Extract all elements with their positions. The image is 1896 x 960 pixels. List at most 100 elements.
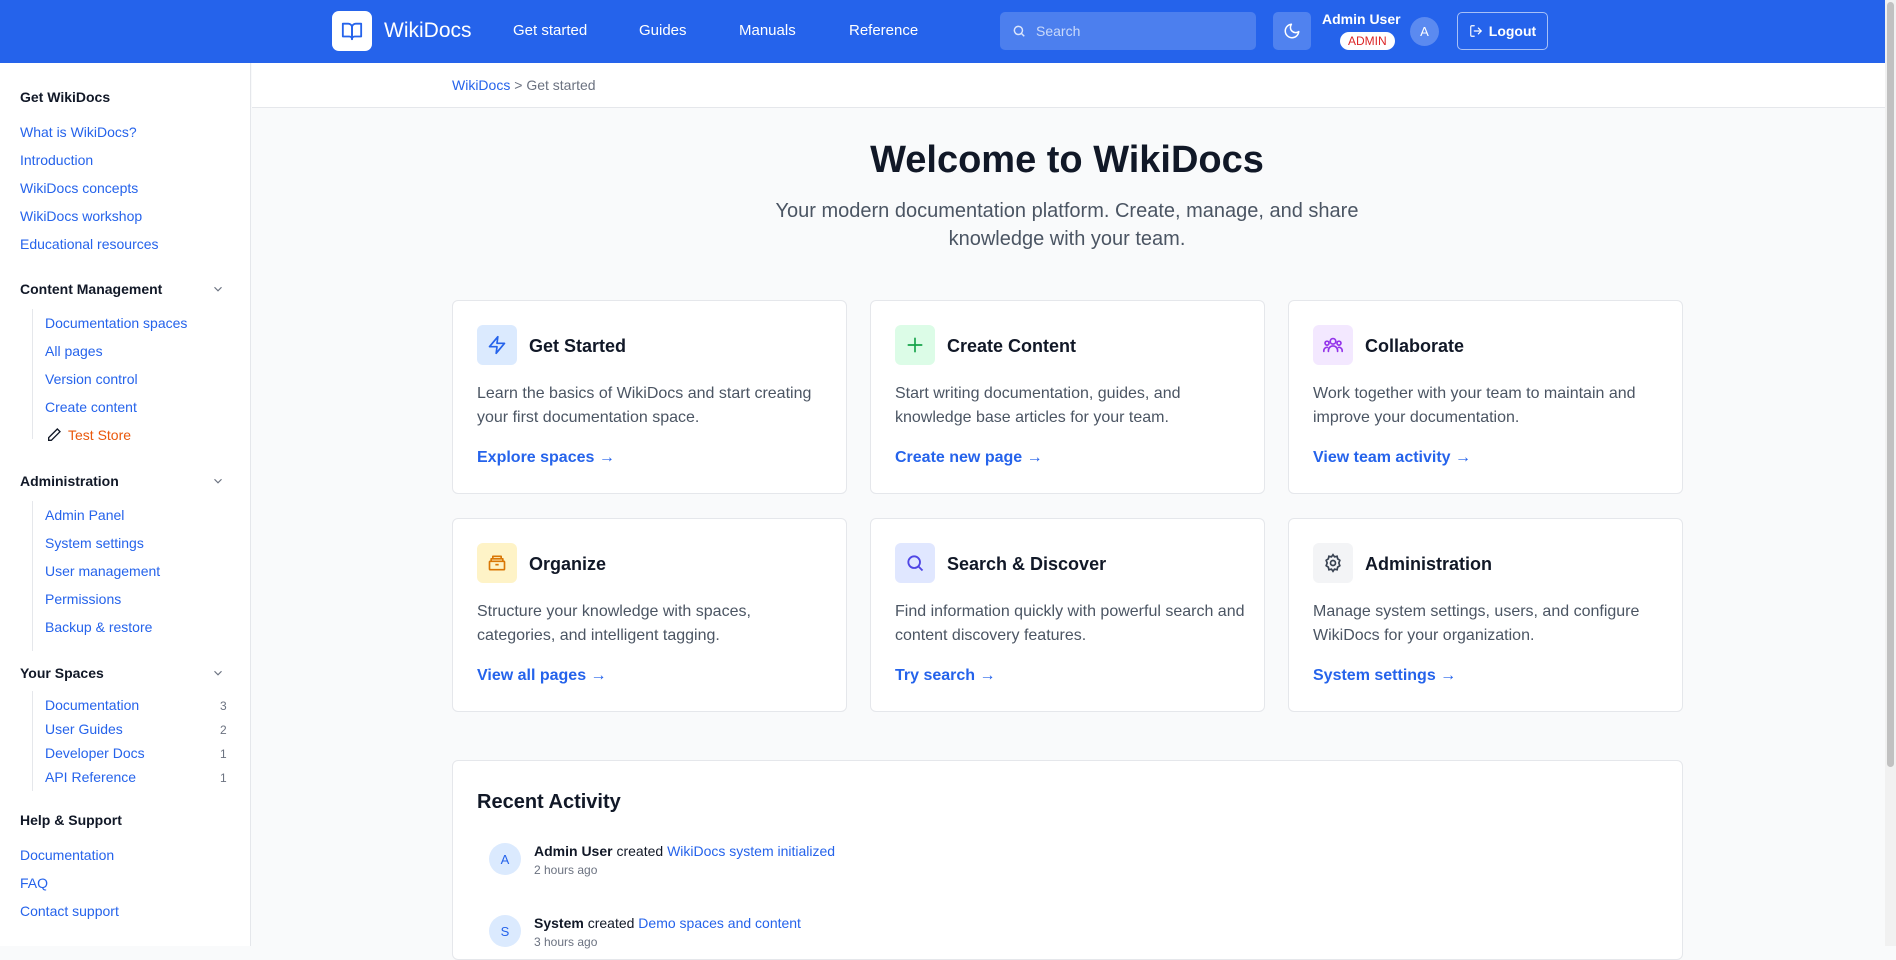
page-subtitle: Your modern documentation platform. Crea…: [775, 200, 1359, 250]
view-team-activity-link[interactable]: View team activity →: [1313, 449, 1471, 467]
sidebar-item-introduction[interactable]: Introduction: [20, 152, 93, 168]
activity-user: System: [534, 915, 584, 931]
try-search-link[interactable]: Try search →: [895, 667, 996, 685]
sidebar-item-educational[interactable]: Educational resources: [20, 236, 159, 252]
logout-label: Logout: [1488, 23, 1537, 39]
space-count: 1: [220, 771, 227, 785]
recent-activity-panel: Recent Activity A Admin User created Wik…: [452, 760, 1683, 960]
activity-action: created: [616, 843, 664, 859]
lightning-icon: [477, 325, 517, 365]
activity-target-link[interactable]: Demo spaces and content: [638, 915, 801, 931]
sidebar-item-user-management[interactable]: User management: [45, 563, 160, 579]
nav-reference[interactable]: Reference: [849, 22, 918, 39]
sidebar-item-help-documentation[interactable]: Documentation: [20, 847, 114, 863]
activity-action: created: [587, 915, 635, 931]
activity-user: Admin User: [534, 843, 613, 859]
card-description: Find information quickly with powerful s…: [895, 603, 1245, 644]
sidebar-item-workshop[interactable]: WikiDocs workshop: [20, 208, 142, 224]
sidebar-heading-your-spaces[interactable]: Your Spaces: [20, 665, 104, 681]
space-count: 2: [220, 723, 227, 737]
breadcrumb-root[interactable]: WikiDocs: [452, 77, 510, 93]
card-description: Learn the basics of WikiDocs and start c…: [477, 385, 812, 426]
breadcrumb-separator: >: [514, 77, 523, 93]
card-description: Structure your knowledge with spaces, ca…: [477, 603, 751, 644]
scrollbar-thumb[interactable]: [1887, 2, 1894, 767]
avatar: S: [489, 915, 521, 947]
logout-icon: [1469, 25, 1482, 37]
explore-spaces-link[interactable]: Explore spaces →: [477, 449, 615, 467]
gear-icon: [1313, 543, 1353, 583]
sidebar-heading-get-wikidocs: Get WikiDocs: [20, 89, 111, 105]
card-title: Organize: [529, 554, 607, 574]
card-administration: Administration Manage system settings, u…: [1288, 518, 1683, 712]
brand-name[interactable]: WikiDocs: [384, 19, 472, 43]
dark-mode-toggle[interactable]: [1273, 12, 1311, 50]
sidebar-space-user-guides[interactable]: User Guides: [45, 721, 123, 737]
search-input[interactable]: [1036, 23, 1236, 39]
chevron-down-icon[interactable]: [211, 282, 225, 296]
recent-activity-title: Recent Activity: [477, 791, 621, 813]
sidebar-heading-help: Help & Support: [20, 812, 122, 828]
nav-guides[interactable]: Guides: [639, 22, 687, 39]
view-all-pages-link[interactable]: View all pages →: [477, 667, 607, 685]
space-count: 3: [220, 699, 227, 713]
card-title: Administration: [1365, 554, 1493, 574]
sidebar-item-permissions[interactable]: Permissions: [45, 591, 121, 607]
moon-icon: [1284, 23, 1300, 39]
search-box[interactable]: [1000, 12, 1256, 50]
sidebar-item-faq[interactable]: FAQ: [20, 875, 48, 891]
card-title: Create Content: [947, 336, 1077, 356]
sidebar-space-api-reference[interactable]: API Reference: [45, 769, 136, 785]
archive-icon: [477, 543, 517, 583]
nav-get-started[interactable]: Get started: [513, 22, 587, 39]
plus-icon: [895, 325, 935, 365]
sidebar-heading-content-management[interactable]: Content Management: [20, 281, 162, 297]
sidebar-item-documentation-spaces[interactable]: Documentation spaces: [45, 315, 187, 331]
page-scrollbar[interactable]: [1885, 0, 1896, 946]
search-icon: [895, 543, 935, 583]
sidebar-item-backup-restore[interactable]: Backup & restore: [45, 619, 152, 635]
sidebar-space-documentation[interactable]: Documentation: [45, 697, 139, 713]
sidebar-item-create-content[interactable]: Create content: [45, 399, 137, 415]
avatar: A: [489, 843, 521, 875]
sidebar-item-contact-support[interactable]: Contact support: [20, 903, 119, 919]
sidebar-item-version-control[interactable]: Version control: [45, 371, 138, 387]
page-title: Welcome to WikiDocs: [870, 139, 1264, 181]
book-logo-icon[interactable]: [332, 11, 372, 51]
card-description: Work together with your team to maintain…: [1313, 385, 1636, 426]
sidebar: Get WikiDocs What is WikiDocs? Introduct…: [0, 63, 251, 946]
activity-time: 2 hours ago: [534, 863, 598, 877]
pencil-icon: [48, 428, 61, 441]
logout-button[interactable]: Logout: [1457, 12, 1548, 50]
space-count: 1: [220, 747, 227, 761]
card-search-discover: Search & Discover Find information quick…: [870, 518, 1265, 712]
sidebar-item-admin-panel[interactable]: Admin Panel: [45, 507, 124, 523]
sidebar-space-developer-docs[interactable]: Developer Docs: [45, 745, 145, 761]
sidebar-group-line: [32, 501, 33, 651]
sidebar-item-all-pages[interactable]: All pages: [45, 343, 103, 359]
sidebar-item-what-is[interactable]: What is WikiDocs?: [20, 124, 137, 140]
card-get-started: Get Started Learn the basics of WikiDocs…: [452, 300, 847, 494]
card-description: Start writing documentation, guides, and…: [895, 385, 1181, 426]
sidebar-group-line: [32, 691, 33, 791]
activity-target-link[interactable]: WikiDocs system initialized: [667, 843, 835, 859]
search-icon: [1013, 25, 1025, 37]
card-create-content: Create Content Start writing documentati…: [870, 300, 1265, 494]
sidebar-item-test-store[interactable]: Test Store: [68, 427, 131, 443]
sidebar-item-concepts[interactable]: WikiDocs concepts: [20, 180, 138, 196]
chevron-down-icon[interactable]: [211, 666, 225, 680]
system-settings-link[interactable]: System settings →: [1313, 667, 1456, 685]
activity-time: 3 hours ago: [534, 935, 598, 949]
sidebar-item-system-settings[interactable]: System settings: [45, 535, 144, 551]
card-description: Manage system settings, users, and confi…: [1313, 603, 1640, 644]
nav-manuals[interactable]: Manuals: [739, 22, 796, 39]
role-badge: ADMIN: [1340, 32, 1395, 50]
sidebar-heading-administration[interactable]: Administration: [20, 473, 119, 489]
breadcrumb-current: Get started: [526, 77, 596, 93]
user-avatar[interactable]: A: [1410, 17, 1439, 46]
create-new-page-link[interactable]: Create new page →: [895, 449, 1043, 467]
chevron-down-icon[interactable]: [211, 474, 225, 488]
card-organize: Organize Structure your knowledge with s…: [452, 518, 847, 712]
card-collaborate: Collaborate Work together with your team…: [1288, 300, 1683, 494]
user-name: Admin User: [1322, 11, 1401, 27]
